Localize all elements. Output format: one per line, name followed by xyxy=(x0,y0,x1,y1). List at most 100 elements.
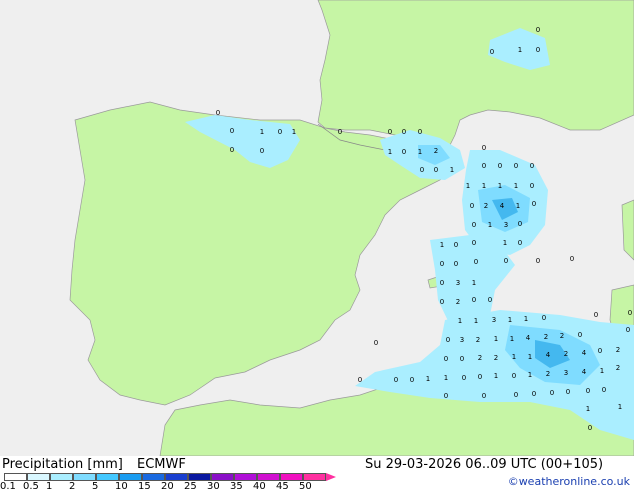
precip-value-label: 0 xyxy=(628,309,632,317)
precip-value-label: 0 xyxy=(512,372,516,380)
legend-tick-label: 1 xyxy=(46,481,53,492)
precip-value-label: 0 xyxy=(518,220,522,228)
legend-swatch xyxy=(257,473,280,481)
legend-tick-label: 30 xyxy=(207,481,220,492)
legend-arrow-icon xyxy=(326,473,336,481)
precip-value-label: 0 xyxy=(482,144,486,152)
precip-value-label: 1 xyxy=(516,202,520,210)
precip-value-label: 1 xyxy=(440,241,444,249)
legend-tick-label: 40 xyxy=(253,481,266,492)
precip-value-label: 0 xyxy=(472,221,476,229)
precip-value-label: 0 xyxy=(578,331,582,339)
precip-value-label: 0 xyxy=(418,128,422,136)
precip-value-label: 3 xyxy=(460,336,464,344)
precip-value-label: 1 xyxy=(524,315,528,323)
precip-value-label: 3 xyxy=(492,316,496,324)
precip-value-label: 0 xyxy=(514,391,518,399)
precip-value-label: 1 xyxy=(494,335,498,343)
precip-value-label: 0 xyxy=(446,336,450,344)
precip-value-label: 0 xyxy=(388,128,392,136)
precip-value-label: 4 xyxy=(546,351,551,359)
precip-value-label: 1 xyxy=(498,182,502,190)
precip-value-label: 1 xyxy=(514,182,518,190)
precip-value-label: 2 xyxy=(616,346,620,354)
legend-swatch xyxy=(303,473,326,481)
precip-value-label: 2 xyxy=(456,298,460,306)
precip-value-label: 0 xyxy=(532,390,536,398)
legend-swatch xyxy=(280,473,303,481)
precip-value-label: 0 xyxy=(488,296,492,304)
precip-value-label: 1 xyxy=(512,353,516,361)
legend-tick-label: 5 xyxy=(92,481,99,492)
precip-value-label: 0 xyxy=(454,260,458,268)
precip-value-label: 0 xyxy=(602,386,606,394)
precip-value-label: 1 xyxy=(528,353,532,361)
precip-value-label: 0 xyxy=(504,257,508,265)
precip-value-label: 1 xyxy=(482,182,486,190)
footer-title: Precipitation [mm] xyxy=(2,457,123,472)
precip-value-label: 1 xyxy=(494,372,498,380)
precip-value-label: 1 xyxy=(586,405,590,413)
precip-value-label: 0 xyxy=(518,239,522,247)
precip-value-label: 0 xyxy=(434,166,438,174)
precip-value-label: 0 xyxy=(230,127,234,135)
precip-value-label: 1 xyxy=(503,239,507,247)
legend-tick-label: 50 xyxy=(299,481,312,492)
legend-swatch xyxy=(165,473,188,481)
precip-value-label: 0 xyxy=(402,128,406,136)
precip-value-label: 0 xyxy=(532,200,536,208)
precip-value-label: 3 xyxy=(564,369,568,377)
precip-value-label: 0 xyxy=(536,46,540,54)
precip-value-label: 4 xyxy=(582,349,587,357)
precip-value-label: 1 xyxy=(292,128,296,136)
precip-value-label: 0 xyxy=(440,298,444,306)
legend-swatch xyxy=(119,473,142,481)
legend-swatch xyxy=(50,473,73,481)
legend-tick-label: 0.1 xyxy=(0,481,16,492)
precip-value-label: 0 xyxy=(472,239,476,247)
precip-value-label: 2 xyxy=(476,336,480,344)
legend-tick-label: 0.5 xyxy=(23,481,39,492)
precip-value-label: 2 xyxy=(478,354,482,362)
precip-value-label: 4 xyxy=(500,202,505,210)
precip-value-label: 0 xyxy=(230,146,234,154)
legend-tick-label: 25 xyxy=(184,481,197,492)
precip-value-label: 2 xyxy=(434,147,438,155)
precip-value-label: 1 xyxy=(388,148,392,156)
legend-swatch xyxy=(96,473,119,481)
precip-value-label: 0 xyxy=(472,296,476,304)
precip-value-label: 2 xyxy=(484,202,488,210)
precip-value-label: 3 xyxy=(504,221,508,229)
precip-value-label: 0 xyxy=(444,392,448,400)
precip-value-label: 1 xyxy=(600,367,604,375)
footer-credit: ©weatheronline.co.uk xyxy=(507,475,630,488)
precip-value-label: 0 xyxy=(586,387,590,395)
legend-swatch xyxy=(4,473,27,481)
precip-value-label: 1 xyxy=(418,148,422,156)
legend-tick-label: 15 xyxy=(138,481,151,492)
precip-value-label: 0 xyxy=(542,314,546,322)
precip-value-label: 2 xyxy=(494,354,498,362)
precip-value-label: 3 xyxy=(456,279,460,287)
precip-value-label: 0 xyxy=(454,241,458,249)
precip-value-label: 0 xyxy=(462,374,466,382)
precip-value-label: 1 xyxy=(458,317,462,325)
precip-value-label: 2 xyxy=(546,370,550,378)
precip-value-label: 0 xyxy=(566,388,570,396)
legend-swatch xyxy=(188,473,211,481)
precip-value-label: 2 xyxy=(564,350,568,358)
legend-tick-label: 10 xyxy=(115,481,128,492)
precip-value-label: 0 xyxy=(358,376,362,384)
precip-value-label: 1 xyxy=(518,46,522,54)
precip-value-label: 0 xyxy=(440,260,444,268)
precip-value-label: 2 xyxy=(544,333,548,341)
legend-tick-label: 45 xyxy=(276,481,289,492)
legend-swatch xyxy=(211,473,234,481)
precip-value-label: 2 xyxy=(616,364,620,372)
precip-value-label: 0 xyxy=(530,162,534,170)
footer-valid-time: Su 29-03-2026 06..09 UTC (00+105) xyxy=(365,457,604,472)
precipitation-map: 0 0 1 0 0 0 1 0 1 0 0 0 0 0 0 1 0 1 2 0 0 1 0 0 0 0 0 1 1 1 1 0 0 2 4 1 0 0 1 3… xyxy=(0,0,634,456)
precip-value-label: 0 xyxy=(470,202,474,210)
precip-value-label: 0 xyxy=(594,311,598,319)
precip-value-label: 0 xyxy=(626,326,630,334)
